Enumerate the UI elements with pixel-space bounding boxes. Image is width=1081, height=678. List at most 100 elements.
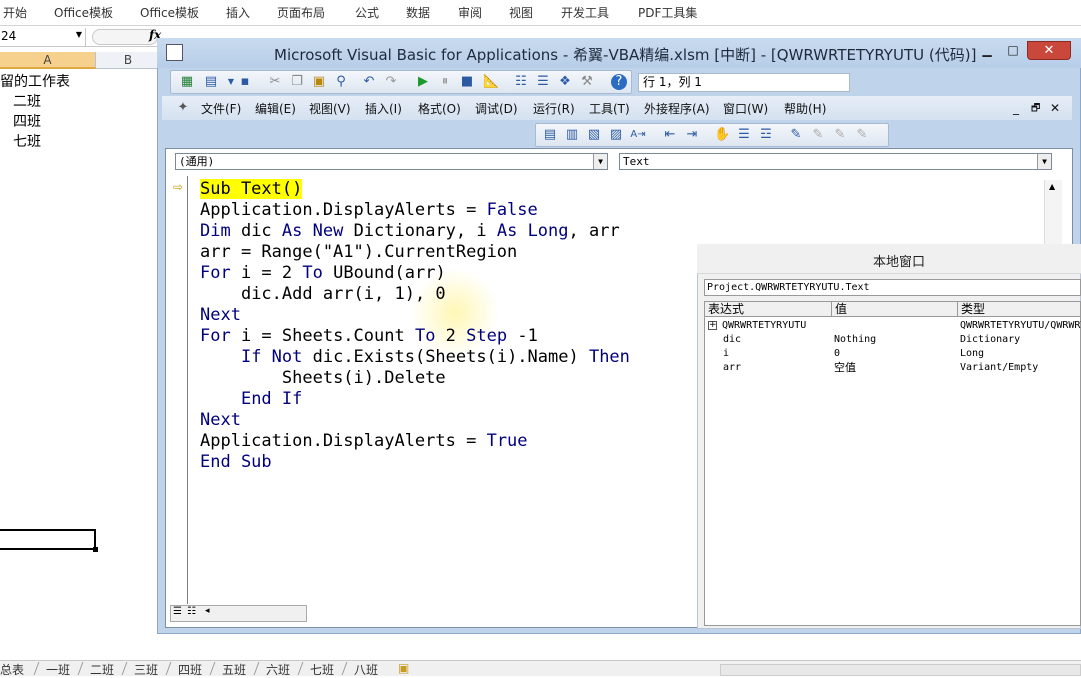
chevron-down-icon[interactable]: ▼: [76, 30, 82, 39]
object-browser-icon[interactable]: ❖: [557, 74, 573, 90]
locals-header-value[interactable]: 值: [832, 302, 958, 317]
quick-info-icon[interactable]: ▧: [586, 127, 602, 143]
locals-row-value[interactable]: 空值: [834, 361, 856, 374]
sheet-tab-class1[interactable]: 一班: [46, 661, 70, 678]
code-line[interactable]: Application.DisplayAlerts = True: [200, 431, 528, 452]
selected-cell[interactable]: [0, 529, 96, 550]
list-constants-icon[interactable]: ▥: [564, 127, 580, 143]
help-icon[interactable]: ?: [611, 74, 627, 90]
cell-a2[interactable]: 二班: [13, 91, 41, 111]
sheet-tab-class2[interactable]: 二班: [90, 661, 114, 678]
indent-icon[interactable]: ⇤: [662, 127, 678, 143]
menu-insert[interactable]: 插入(I): [365, 100, 402, 117]
ribbon-tab-formulas[interactable]: 公式: [355, 4, 379, 21]
cell-a4[interactable]: 七班: [13, 131, 41, 151]
excel-view-icon[interactable]: ▦: [179, 74, 195, 90]
chevron-down-icon[interactable]: ▼: [1037, 154, 1051, 169]
code-line[interactable]: If Not dic.Exists(Sheets(i).Name) Then: [200, 347, 630, 368]
outdent-icon[interactable]: ⇥: [684, 127, 700, 143]
horizontal-scrollbar[interactable]: [720, 664, 1081, 676]
column-header-b[interactable]: B: [96, 52, 160, 69]
menu-format[interactable]: 格式(O): [418, 100, 461, 117]
ribbon-tab-home[interactable]: 开始: [3, 4, 27, 21]
save-icon[interactable]: ▪: [237, 74, 253, 90]
paste-icon[interactable]: ▣: [311, 74, 327, 90]
sheet-tab-class5[interactable]: 五班: [222, 661, 246, 678]
name-box[interactable]: 24 ▼: [0, 28, 86, 46]
locals-title-bar[interactable]: 本地窗口: [697, 244, 1081, 274]
toggle-breakpoint-icon[interactable]: ✋: [714, 127, 730, 143]
procedure-view-icon[interactable]: ☰: [173, 606, 182, 617]
code-line[interactable]: For i = Sheets.Count To 2 Step -1: [200, 326, 538, 347]
ribbon-tab-developer[interactable]: 开发工具: [561, 4, 609, 21]
menu-addins[interactable]: 外接程序(A): [644, 100, 710, 117]
list-properties-icon[interactable]: ▤: [542, 127, 558, 143]
ribbon-tab-office-template-2[interactable]: Office模板: [140, 4, 199, 21]
locals-row-expr[interactable]: dic: [723, 333, 741, 346]
code-line[interactable]: Next: [200, 305, 241, 326]
reset-icon[interactable]: ■: [459, 74, 475, 90]
ribbon-tab-insert[interactable]: 插入: [226, 4, 250, 21]
project-explorer-icon[interactable]: ☷: [513, 74, 529, 90]
comment-block-icon[interactable]: ☰: [736, 127, 752, 143]
locals-row-value[interactable]: 0: [834, 347, 840, 360]
code-line[interactable]: dic.Add arr(i, 1), 0: [200, 284, 446, 305]
undo-icon[interactable]: ↶: [361, 74, 377, 90]
menu-view[interactable]: 视图(V): [309, 100, 351, 117]
locals-row-expr[interactable]: QWRWRTETYRYUTU: [722, 319, 806, 332]
close-button[interactable]: ✕: [1027, 41, 1071, 60]
complete-word-icon[interactable]: A⇥: [630, 127, 646, 143]
sheet-tab-class6[interactable]: 六班: [266, 661, 290, 678]
menu-edit[interactable]: 编辑(E): [255, 100, 296, 117]
next-bookmark-icon[interactable]: ✎: [810, 127, 826, 143]
expand-icon[interactable]: +: [708, 321, 717, 330]
ribbon-tab-data[interactable]: 数据: [406, 4, 430, 21]
break-icon[interactable]: ⏸: [437, 74, 453, 90]
ribbon-tab-pdf-tools[interactable]: PDF工具集: [638, 4, 697, 21]
sheet-tab-class7[interactable]: 七班: [310, 661, 334, 678]
menu-file[interactable]: 文件(F): [201, 100, 241, 117]
inner-minimize-button[interactable]: _: [1013, 101, 1019, 115]
code-line[interactable]: Sheets(i).Delete: [200, 368, 446, 389]
menu-debug[interactable]: 调试(D): [475, 100, 518, 117]
sheet-tab-summary[interactable]: 总表: [0, 661, 24, 678]
margin-indicator-bar[interactable]: [170, 176, 188, 604]
code-window-icon[interactable]: ✦: [175, 100, 191, 116]
column-header-a[interactable]: A: [0, 52, 96, 69]
scroll-up-icon[interactable]: ▲: [1049, 182, 1055, 191]
copy-icon[interactable]: ❐: [289, 74, 305, 90]
locals-row-expr[interactable]: arr: [723, 361, 741, 374]
cut-icon[interactable]: ✂: [267, 74, 283, 90]
properties-icon[interactable]: ☰: [535, 74, 551, 90]
code-line[interactable]: arr = Range("A1").CurrentRegion: [200, 242, 517, 263]
ribbon-tab-office-template[interactable]: Office模板: [54, 4, 113, 21]
sheet-tab-class3[interactable]: 三班: [134, 661, 158, 678]
new-sheet-icon[interactable]: ▣: [398, 661, 409, 675]
clear-bookmarks-icon[interactable]: ✎: [854, 127, 870, 143]
inner-close-button[interactable]: ✕: [1050, 101, 1060, 115]
toolbox-icon[interactable]: ⚒: [579, 74, 595, 90]
locals-header-expression[interactable]: 表达式: [705, 302, 832, 317]
vbe-title-bar[interactable]: Microsoft Visual Basic for Applications …: [157, 38, 1081, 68]
inner-restore-button[interactable]: 🗗: [1031, 101, 1040, 118]
parameter-info-icon[interactable]: ▨: [608, 127, 624, 143]
object-combo[interactable]: (通用) ▼: [175, 153, 608, 170]
chevron-down-icon[interactable]: ▼: [593, 154, 607, 169]
locals-header-type[interactable]: 类型: [958, 302, 1081, 317]
minimize-button[interactable]: ▁: [974, 41, 1000, 60]
code-line[interactable]: Application.DisplayAlerts = False: [200, 200, 538, 221]
code-line[interactable]: Dim dic As New Dictionary, i As Long, ar…: [200, 221, 620, 242]
code-line[interactable]: End If: [200, 389, 302, 410]
menu-tools[interactable]: 工具(T): [589, 100, 630, 117]
vbe-app-icon[interactable]: [166, 44, 183, 61]
locals-row-expr[interactable]: i: [723, 347, 729, 360]
previous-bookmark-icon[interactable]: ✎: [832, 127, 848, 143]
menu-run[interactable]: 运行(R): [533, 100, 575, 117]
toggle-bookmark-icon[interactable]: ✎: [788, 127, 804, 143]
run-icon[interactable]: ▶: [415, 74, 431, 90]
code-line[interactable]: End Sub: [200, 452, 272, 473]
scroll-left-icon[interactable]: ◂: [205, 606, 210, 616]
full-module-view-icon[interactable]: ☷: [187, 606, 196, 617]
redo-icon[interactable]: ↷: [383, 74, 399, 90]
maximize-button[interactable]: □: [1000, 41, 1026, 60]
